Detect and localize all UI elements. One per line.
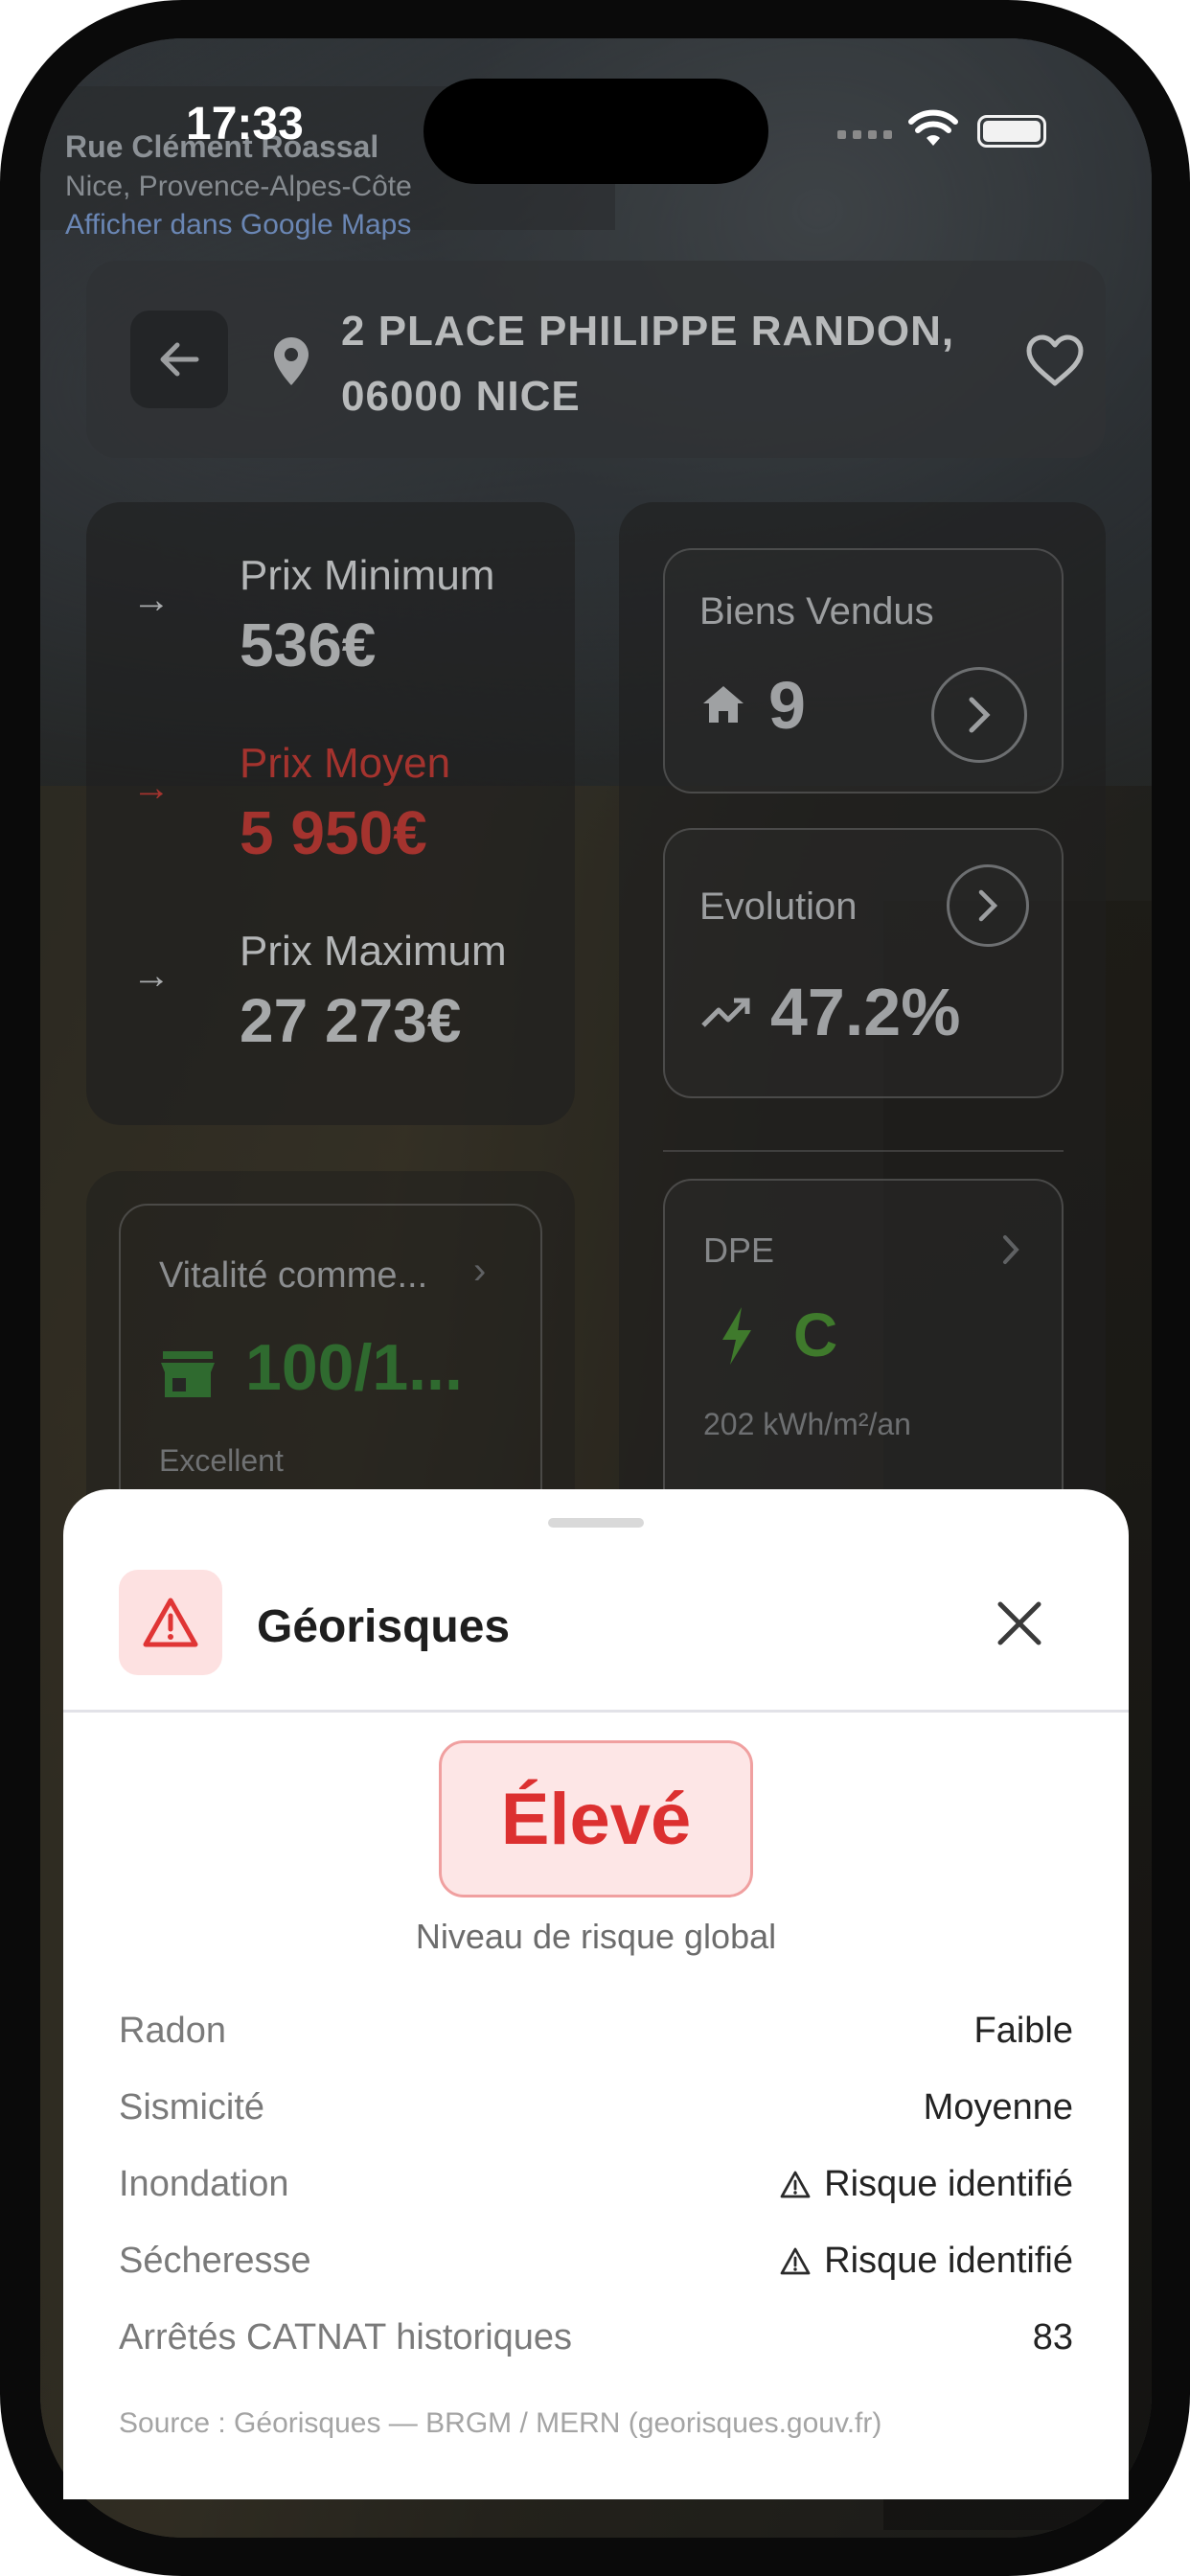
back-button[interactable] (130, 310, 228, 408)
risk-row-sismicite: Sismicité Moyenne (119, 2087, 1073, 2145)
risk-row-inondation: Inondation Risque identifié (119, 2164, 1073, 2221)
bolt-icon (722, 1307, 751, 1365)
risk-level-caption: Niveau de risque global (415, 1917, 777, 1956)
chevron-right-icon (978, 889, 997, 922)
google-maps-link[interactable]: Afficher dans Google Maps (65, 209, 615, 242)
risk-key: Sismicité (119, 2087, 265, 2128)
arrow-right-icon: → (132, 954, 171, 997)
close-icon[interactable] (993, 1597, 1046, 1650)
risk-value: Faible (974, 2011, 1074, 2052)
risk-value-text: Moyenne (923, 2087, 1073, 2128)
dynamic-island (423, 79, 768, 184)
biens-vendus-value: 9 (768, 668, 806, 743)
evolution-title: Evolution (699, 886, 858, 928)
risk-value: Moyenne (924, 2087, 1073, 2128)
dpe-detail: 202 kWh/m²/an (703, 1407, 911, 1441)
biens-vendus-button[interactable] (931, 667, 1027, 763)
evolution-value: 47.2% (770, 975, 961, 1049)
warning-icon-box (119, 1570, 222, 1675)
risk-row-secheresse: Sécheresse Risque identifié (119, 2241, 1073, 2298)
price-label: Prix Minimum (240, 552, 495, 599)
risk-key: Sécheresse (119, 2241, 311, 2281)
risk-key: Radon (119, 2011, 226, 2051)
cellular-signal-icon (837, 130, 892, 139)
arrow-right-icon: → (132, 767, 171, 809)
risk-value: Risque identifié (780, 2164, 1073, 2205)
stats-divider (663, 1150, 1064, 1152)
vitalite-title: Vitalité comme... (159, 1255, 428, 1296)
sheet-grabber[interactable] (548, 1518, 644, 1528)
risk-level-badge: Élevé (439, 1740, 753, 1898)
warning-triangle-icon (780, 2171, 811, 2197)
source-note: Source : Géorisques — BRGM / MERN (geori… (119, 2407, 882, 2439)
location-pin-icon (274, 337, 309, 385)
battery-icon (977, 115, 1046, 148)
address-text: 2 PLACE PHILIPPE RANDON, 06000 NICE (341, 308, 955, 420)
address-bar: 2 PLACE PHILIPPE RANDON, 06000 NICE (86, 261, 1106, 458)
chevron-right-icon (969, 697, 991, 733)
price-card: → Prix Minimum 536€ → Prix Moyen 5 950€ … (86, 502, 575, 1125)
arrow-left-icon (160, 342, 199, 377)
evolution-card[interactable]: Evolution 47.2% (663, 828, 1064, 1098)
biens-vendus-card[interactable]: Biens Vendus 9 (663, 548, 1064, 794)
risk-value-text: Faible (973, 2011, 1074, 2051)
warning-triangle-icon (780, 2247, 811, 2274)
wifi-icon (908, 109, 958, 146)
georisques-sheet: Géorisques Élevé Niveau de risque global… (63, 1489, 1129, 2499)
risk-key: Arrêtés CATNAT historiques (119, 2317, 573, 2358)
price-label: Prix Moyen (240, 740, 451, 787)
home-icon (703, 686, 744, 723)
sheet-divider (63, 1710, 1129, 1713)
price-value: 5 950€ (240, 798, 427, 867)
biens-vendus-title: Biens Vendus (699, 590, 934, 632)
favorite-heart-icon[interactable] (1025, 334, 1085, 387)
risk-row-catnat: Arrêtés CATNAT historiques 83 (119, 2317, 1073, 2375)
price-value: 536€ (240, 610, 377, 679)
evolution-button[interactable] (947, 864, 1029, 947)
risk-value-text: 83 (1032, 2317, 1073, 2358)
price-label: Prix Maximum (240, 928, 507, 975)
arrow-right-icon: → (132, 579, 171, 621)
chevron-right-icon (1003, 1235, 1019, 1264)
dpe-grade: C (793, 1300, 838, 1369)
vitalite-note: Excellent (159, 1443, 284, 1478)
stats-column: Biens Vendus 9 Evolution 47.2% DPE C 202… (619, 502, 1106, 1719)
risk-value-text: Risque identifié (824, 2241, 1073, 2281)
status-time: 17:33 (186, 99, 304, 150)
store-icon (161, 1351, 215, 1397)
risk-key: Inondation (119, 2164, 289, 2204)
risk-value: Risque identifié (780, 2241, 1073, 2282)
risk-value-text: Risque identifié (824, 2164, 1073, 2204)
sheet-title: Géorisques (257, 1601, 511, 1652)
risk-row-radon: Radon Faible (119, 2011, 1073, 2068)
warning-triangle-icon (143, 1598, 198, 1647)
dpe-title: DPE (703, 1230, 775, 1270)
risk-value: 83 (1033, 2317, 1073, 2358)
vitalite-score: 100/1... (245, 1331, 463, 1404)
chevron-right-icon: › (473, 1250, 487, 1292)
dpe-card[interactable]: DPE C 202 kWh/m²/an (663, 1179, 1064, 1533)
phone-frame: Rue Clément Roassal Nice, Provence-Alpes… (0, 0, 1190, 2576)
price-value: 27 273€ (240, 986, 462, 1055)
trending-up-icon (701, 998, 750, 1027)
